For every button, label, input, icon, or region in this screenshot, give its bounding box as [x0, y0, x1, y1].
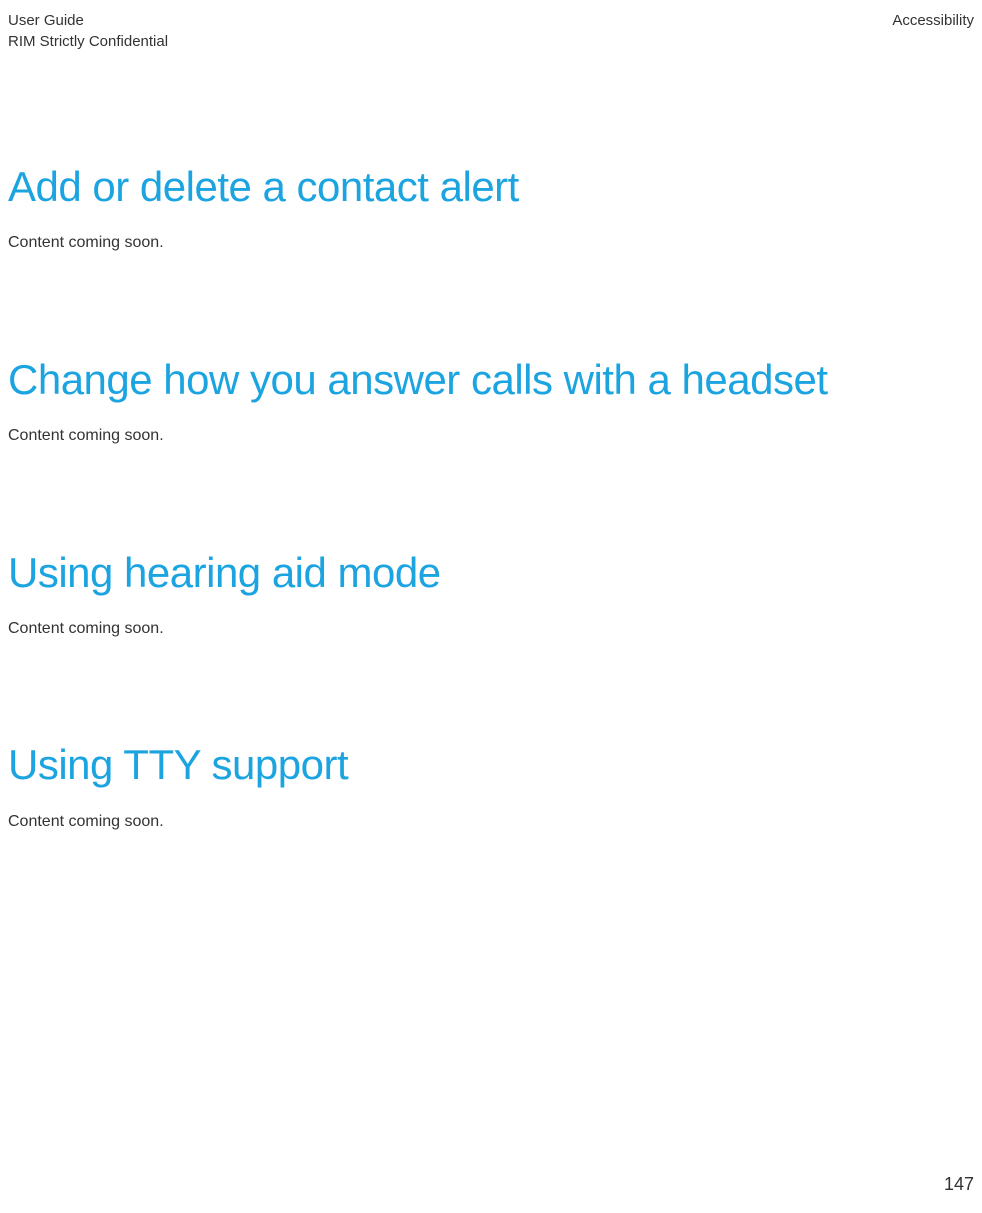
section-body: Content coming soon.	[8, 425, 974, 447]
header-left: User Guide RIM Strictly Confidential	[8, 10, 168, 52]
section-heading: Using TTY support	[8, 740, 974, 790]
section-heading: Add or delete a contact alert	[8, 162, 974, 212]
header-confidential: RIM Strictly Confidential	[8, 31, 168, 52]
header-section: Accessibility	[892, 10, 974, 31]
page-content: Add or delete a contact alert Content co…	[0, 162, 982, 833]
section-heading: Using hearing aid mode	[8, 548, 974, 598]
section-body: Content coming soon.	[8, 232, 974, 254]
section-heading: Change how you answer calls with a heads…	[8, 355, 974, 405]
header-right: Accessibility	[892, 10, 974, 52]
page-number: 147	[944, 1174, 974, 1195]
section: Using TTY support Content coming soon.	[8, 740, 974, 833]
section: Using hearing aid mode Content coming so…	[8, 548, 974, 641]
header-title: User Guide	[8, 10, 168, 31]
section: Add or delete a contact alert Content co…	[8, 162, 974, 255]
section: Change how you answer calls with a heads…	[8, 355, 974, 448]
section-body: Content coming soon.	[8, 811, 974, 833]
page-header: User Guide RIM Strictly Confidential Acc…	[0, 10, 982, 52]
section-body: Content coming soon.	[8, 618, 974, 640]
